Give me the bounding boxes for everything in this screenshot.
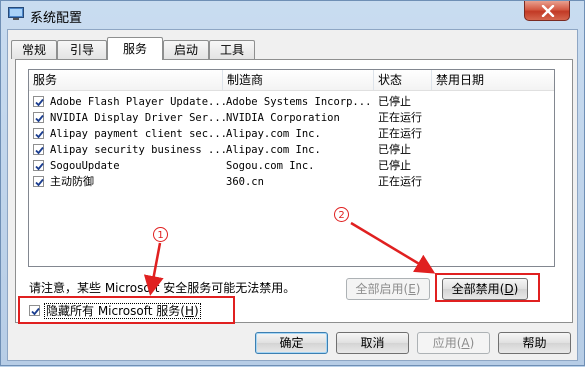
annotation-arrows (143, 221, 436, 296)
arrow-2 (350, 221, 436, 274)
arrow-1 (143, 242, 164, 296)
system-config-window: 系统配置 常规 引导 服务 启动 工具 服务 制造商 状态 禁用日期 Adobe… (0, 0, 585, 366)
tab-label: 服务 (122, 42, 147, 56)
tab-services[interactable]: 服务 (107, 37, 163, 60)
